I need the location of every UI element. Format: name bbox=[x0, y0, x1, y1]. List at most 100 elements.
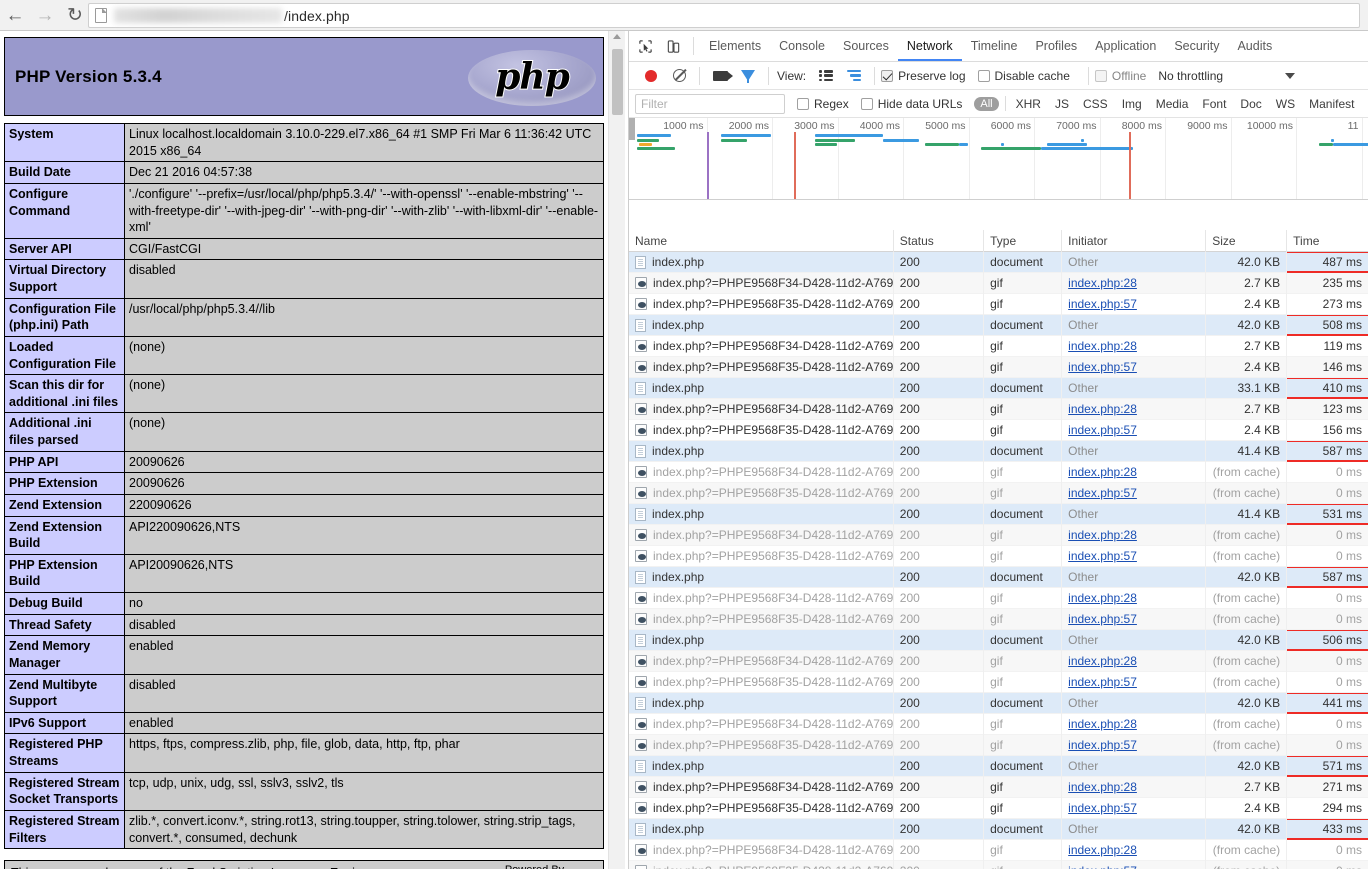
cell-name[interactable]: index.php?=PHPE9568F34-D428-11d2-A769-00… bbox=[629, 650, 894, 672]
cell-name[interactable]: index.php bbox=[629, 566, 894, 588]
table-row[interactable]: index.php?=PHPE9568F35-D428-11d2-A769-00… bbox=[629, 734, 1368, 756]
table-row[interactable]: index.php 200 document Other 42.0 KB 433 ms bbox=[629, 818, 1368, 840]
table-row[interactable]: index.php 200 document Other 42.0 KB 506 ms bbox=[629, 629, 1368, 651]
cell-name[interactable]: index.php bbox=[629, 377, 894, 399]
tab-timeline[interactable]: Timeline bbox=[962, 31, 1027, 61]
filter-type-media[interactable]: Media bbox=[1149, 97, 1196, 111]
table-row[interactable]: index.php?=PHPE9568F35-D428-11d2-A769-00… bbox=[629, 671, 1368, 693]
forward-arrow-icon[interactable]: → bbox=[30, 0, 60, 30]
cell-name[interactable]: index.php bbox=[629, 503, 894, 525]
table-row[interactable]: index.php 200 document Other 42.0 KB 587 ms bbox=[629, 566, 1368, 588]
initiator-link[interactable]: index.php:57 bbox=[1068, 360, 1137, 374]
filter-type-other[interactable]: Other bbox=[1361, 97, 1368, 111]
cell-name[interactable]: index.php?=PHPE9568F35-D428-11d2-A769-00… bbox=[629, 545, 894, 567]
table-row[interactable]: index.php?=PHPE9568F34-D428-11d2-A769-00… bbox=[629, 587, 1368, 609]
tab-application[interactable]: Application bbox=[1086, 31, 1165, 61]
cell-name[interactable]: index.php?=PHPE9568F34-D428-11d2-A769-00… bbox=[629, 398, 894, 420]
initiator-link[interactable]: index.php:28 bbox=[1068, 465, 1137, 479]
cell-name[interactable]: index.php bbox=[629, 755, 894, 777]
table-row[interactable]: index.php?=PHPE9568F35-D428-11d2-A769-00… bbox=[629, 356, 1368, 378]
list-view-icon[interactable] bbox=[812, 63, 840, 89]
cell-name[interactable]: index.php?=PHPE9568F35-D428-11d2-A769-00… bbox=[629, 860, 894, 869]
cell-name[interactable]: index.php?=PHPE9568F34-D428-11d2-A769-00… bbox=[629, 524, 894, 546]
table-row[interactable]: index.php 200 document Other 42.0 KB 508 ms bbox=[629, 314, 1368, 336]
record-button-icon[interactable] bbox=[637, 63, 665, 89]
table-row[interactable]: index.php?=PHPE9568F34-D428-11d2-A769-00… bbox=[629, 776, 1368, 798]
filter-type-xhr[interactable]: XHR bbox=[1009, 97, 1048, 111]
tab-network[interactable]: Network bbox=[898, 31, 962, 61]
cell-name[interactable]: index.php bbox=[629, 314, 894, 336]
table-row[interactable]: index.php?=PHPE9568F34-D428-11d2-A769-00… bbox=[629, 524, 1368, 546]
initiator-link[interactable]: index.php:57 bbox=[1068, 612, 1137, 626]
tab-sources[interactable]: Sources bbox=[834, 31, 898, 61]
back-arrow-icon[interactable]: ← bbox=[0, 0, 30, 30]
initiator-link[interactable]: index.php:28 bbox=[1068, 654, 1137, 668]
table-row[interactable]: index.php?=PHPE9568F35-D428-11d2-A769-00… bbox=[629, 797, 1368, 819]
waterfall-view-icon[interactable] bbox=[840, 63, 868, 89]
cell-name[interactable]: index.php?=PHPE9568F34-D428-11d2-A769-00… bbox=[629, 461, 894, 483]
table-row[interactable]: index.php 200 document Other 41.4 KB 587 ms bbox=[629, 440, 1368, 462]
table-row[interactable]: index.php?=PHPE9568F35-D428-11d2-A769-00… bbox=[629, 419, 1368, 441]
filter-type-css[interactable]: CSS bbox=[1076, 97, 1115, 111]
cell-name[interactable]: index.php?=PHPE9568F35-D428-11d2-A769-00… bbox=[629, 671, 894, 693]
initiator-link[interactable]: index.php:57 bbox=[1068, 297, 1137, 311]
table-row[interactable]: index.php?=PHPE9568F34-D428-11d2-A769-00… bbox=[629, 461, 1368, 483]
table-row[interactable]: index.php?=PHPE9568F35-D428-11d2-A769-00… bbox=[629, 293, 1368, 315]
tab-security[interactable]: Security bbox=[1165, 31, 1228, 61]
column-header-type[interactable]: Type bbox=[984, 230, 1063, 252]
regex-checkbox[interactable]: Regex bbox=[797, 97, 849, 111]
table-row[interactable]: index.php?=PHPE9568F34-D428-11d2-A769-00… bbox=[629, 713, 1368, 735]
table-row[interactable]: index.php?=PHPE9568F34-D428-11d2-A769-00… bbox=[629, 839, 1368, 861]
reload-icon[interactable]: ↻ bbox=[60, 0, 90, 30]
filter-type-js[interactable]: JS bbox=[1048, 97, 1076, 111]
table-row[interactable]: index.php 200 document Other 41.4 KB 531 ms bbox=[629, 503, 1368, 525]
offline-checkbox[interactable]: Offline bbox=[1094, 69, 1146, 83]
table-row[interactable]: index.php 200 document Other 42.0 KB 487 ms bbox=[629, 251, 1368, 273]
table-row[interactable]: index.php?=PHPE9568F35-D428-11d2-A769-00… bbox=[629, 482, 1368, 504]
scroll-up-arrow-icon[interactable] bbox=[613, 34, 621, 39]
funnel-icon[interactable] bbox=[734, 63, 762, 89]
camera-icon[interactable] bbox=[706, 63, 734, 89]
preserve-log-checkbox[interactable]: Preserve log bbox=[881, 69, 966, 83]
scrollbar-thumb[interactable] bbox=[612, 49, 623, 115]
table-row[interactable]: index.php?=PHPE9568F34-D428-11d2-A769-00… bbox=[629, 650, 1368, 672]
cell-name[interactable]: index.php?=PHPE9568F34-D428-11d2-A769-00… bbox=[629, 587, 894, 609]
table-row[interactable]: index.php?=PHPE9568F34-D428-11d2-A769-00… bbox=[629, 272, 1368, 294]
table-row[interactable]: index.php 200 document Other 42.0 KB 441 ms bbox=[629, 692, 1368, 714]
column-header-name[interactable]: Name bbox=[629, 230, 894, 252]
page-scrollbar[interactable] bbox=[608, 31, 625, 869]
initiator-link[interactable]: index.php:28 bbox=[1068, 780, 1137, 794]
cell-name[interactable]: index.php?=PHPE9568F34-D428-11d2-A769-00… bbox=[629, 335, 894, 357]
initiator-link[interactable]: index.php:57 bbox=[1068, 801, 1137, 815]
initiator-link[interactable]: index.php:57 bbox=[1068, 423, 1137, 437]
cell-name[interactable]: index.php?=PHPE9568F35-D428-11d2-A769-00… bbox=[629, 419, 894, 441]
clear-icon[interactable] bbox=[665, 63, 693, 89]
filter-type-manifest[interactable]: Manifest bbox=[1302, 97, 1361, 111]
overview-left-handle[interactable] bbox=[629, 118, 635, 140]
column-header-initiator[interactable]: Initiator bbox=[1062, 230, 1207, 252]
initiator-link[interactable]: index.php:28 bbox=[1068, 591, 1137, 605]
initiator-link[interactable]: index.php:28 bbox=[1068, 339, 1137, 353]
cell-name[interactable]: index.php?=PHPE9568F35-D428-11d2-A769-00… bbox=[629, 482, 894, 504]
column-header-time[interactable]: Time bbox=[1287, 230, 1368, 252]
cell-name[interactable]: index.php bbox=[629, 818, 894, 840]
filter-input[interactable] bbox=[635, 93, 785, 114]
table-row[interactable]: index.php 200 document Other 33.1 KB 410 ms bbox=[629, 377, 1368, 399]
chevron-down-icon[interactable] bbox=[1285, 72, 1296, 79]
table-row[interactable]: index.php?=PHPE9568F35-D428-11d2-A769-00… bbox=[629, 608, 1368, 630]
cell-name[interactable]: index.php bbox=[629, 251, 894, 273]
filter-type-img[interactable]: Img bbox=[1115, 97, 1149, 111]
column-header-size[interactable]: Size bbox=[1206, 230, 1288, 252]
initiator-link[interactable]: index.php:57 bbox=[1068, 738, 1137, 752]
cell-name[interactable]: index.php?=PHPE9568F34-D428-11d2-A769-00… bbox=[629, 272, 894, 294]
initiator-link[interactable]: index.php:57 bbox=[1068, 549, 1137, 563]
tab-console[interactable]: Console bbox=[770, 31, 834, 61]
disable-cache-checkbox[interactable]: Disable cache bbox=[977, 69, 1070, 83]
page-info-icon[interactable] bbox=[95, 8, 107, 23]
filter-type-doc[interactable]: Doc bbox=[1233, 97, 1268, 111]
address-bar[interactable]: /index.php bbox=[88, 3, 1360, 28]
cell-name[interactable]: index.php?=PHPE9568F35-D428-11d2-A769-00… bbox=[629, 797, 894, 819]
filter-type-ws[interactable]: WS bbox=[1269, 97, 1302, 111]
initiator-link[interactable]: index.php:28 bbox=[1068, 528, 1137, 542]
tab-profiles[interactable]: Profiles bbox=[1026, 31, 1086, 61]
